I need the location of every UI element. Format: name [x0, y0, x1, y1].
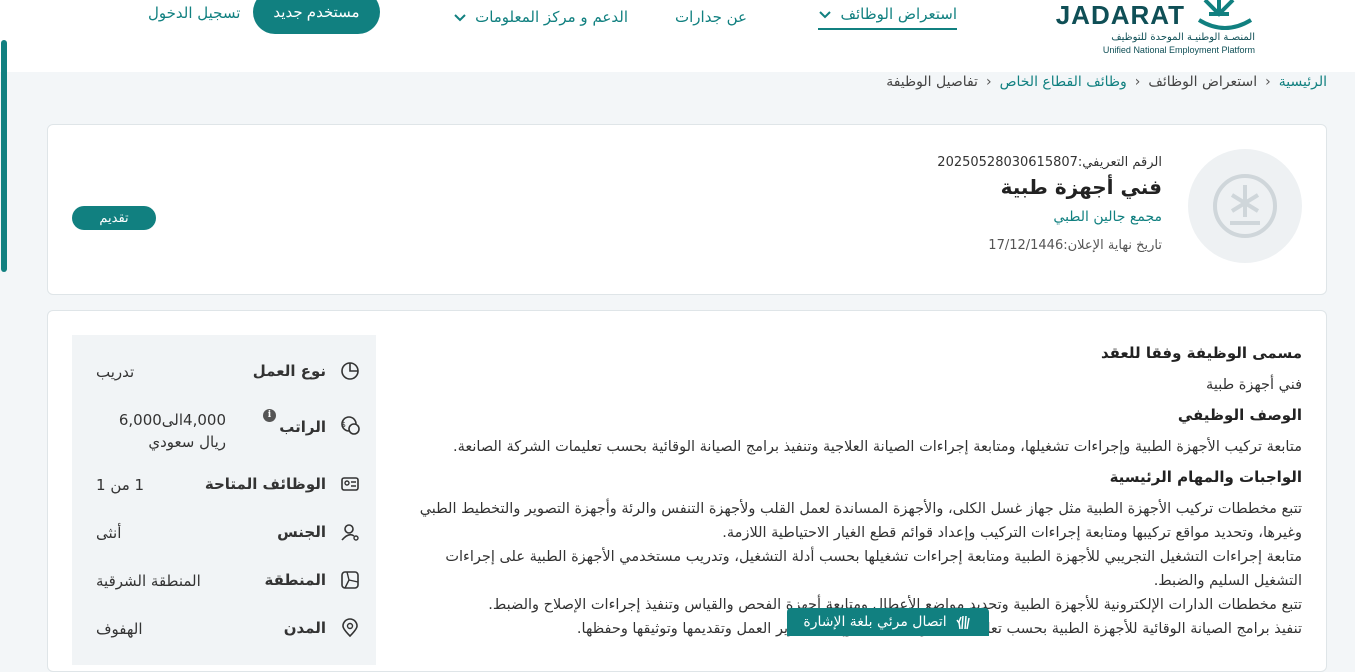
- breadcrumb-private-sector[interactable]: وظائف القطاع الخاص: [1000, 74, 1127, 90]
- attribute-gender: الجنس أنثى: [72, 522, 376, 562]
- jadarat-logo[interactable]: JADARAT المنصـة الوطنيـة الموحدة للتوظيف…: [1056, 0, 1255, 60]
- nav-browse-jobs[interactable]: استعراض الوظائف: [818, 0, 957, 30]
- announcement-deadline: تاريخ نهاية الإعلان:17/12/1446: [988, 238, 1162, 253]
- svg-text:$: $: [341, 420, 346, 429]
- job-summary-card: الرقم التعريفي:20250528030615807 فني أجه…: [47, 124, 1327, 295]
- sign-language-call-button[interactable]: اتصال مرئي بلغة الإشارة: [787, 608, 989, 636]
- description-text: متابعة تركيب الأجهزة الطبية وإجراءات تشغ…: [452, 439, 1302, 455]
- nav-browse-jobs-label: استعراض الوظائف: [840, 5, 957, 23]
- job-title: فني أجهزة طبية: [1000, 175, 1162, 199]
- contract-title-heading: مسمى الوظيفة وفقا للعقد: [1100, 344, 1302, 362]
- attribute-vacancies: الوظائف المتاحة 1 من 1: [72, 474, 376, 514]
- breadcrumb-browse-jobs[interactable]: استعراض الوظائف: [1148, 74, 1257, 90]
- chevron-down-icon: [454, 14, 466, 22]
- duty-item: متابعة إجراءات التشغيل التجريبي للأجهزة …: [445, 549, 1302, 589]
- logo-wordmark: JADARAT: [1055, 0, 1185, 30]
- breadcrumb-home[interactable]: الرئيسية: [1279, 74, 1327, 90]
- job-id: الرقم التعريفي:20250528030615807: [937, 155, 1162, 170]
- info-icon[interactable]: i: [263, 409, 276, 422]
- attribute-city: المدن الهفوف: [72, 618, 376, 658]
- vacancies-label: الوظائف المتاحة: [204, 475, 326, 493]
- nav-support[interactable]: الدعم و مركز المعلومات: [453, 2, 628, 32]
- location-pin-icon: [342, 618, 358, 638]
- description-heading: الوصف الوظيفي: [1177, 406, 1302, 424]
- job-attributes-panel: نوع العمل تدريب $ الراتب i 4,000الى6,000…: [72, 335, 376, 665]
- sign-language-hand-icon: [956, 615, 970, 630]
- logo-arabic-tagline: المنصـة الوطنيـة الموحدة للتوظيف: [1111, 32, 1255, 43]
- chevron-left-icon: ‹: [985, 74, 992, 90]
- map-region-icon: [341, 571, 359, 589]
- top-navbar: JADARAT المنصـة الوطنيـة الموحدة للتوظيف…: [0, 0, 1355, 72]
- scrollbar-thumb[interactable]: [1, 40, 7, 272]
- gender-value: أنثى: [96, 524, 122, 542]
- duties-heading: الواجبات والمهام الرئيسية: [1109, 468, 1302, 486]
- salary-label: الراتب: [279, 418, 326, 436]
- user-gender-icon: [341, 524, 359, 541]
- company-name-link[interactable]: مجمع جالين الطبي: [1053, 209, 1162, 225]
- placeholder-emblem-icon: [1213, 174, 1277, 238]
- id-card-icon: [341, 477, 359, 491]
- login-link[interactable]: تسجيل الدخول: [148, 0, 240, 26]
- chevron-down-icon: [819, 11, 832, 19]
- logo-english-tagline: Unified National Employment Platform: [1102, 45, 1255, 55]
- apply-button[interactable]: تقديم: [72, 206, 156, 230]
- chevron-left-icon: ‹: [1265, 74, 1271, 90]
- company-avatar: [1188, 149, 1302, 263]
- nav-about[interactable]: عن جدارات: [675, 2, 747, 32]
- new-user-button[interactable]: مستخدم جديد: [253, 0, 380, 34]
- chevron-left-icon: ‹: [1134, 74, 1141, 90]
- breadcrumb-current: تفاصيل الوظيفة: [886, 74, 978, 90]
- region-value: المنطقة الشرقية: [96, 572, 201, 590]
- money-icon: $: [341, 416, 360, 435]
- scrollbar[interactable]: [0, 40, 8, 272]
- region-label: المنطقة: [264, 571, 326, 589]
- city-label: المدن: [283, 619, 326, 637]
- city-value: الهفوف: [96, 620, 143, 638]
- nav-support-label: الدعم و مركز المعلومات: [475, 8, 628, 26]
- emblem-icon: [1197, 0, 1253, 30]
- job-details-content: مسمى الوظيفة وفقا للعقد فني أجهزة طبية ا…: [397, 341, 1302, 641]
- work-type-value: تدريب: [96, 363, 135, 381]
- breadcrumb: الرئيسية ‹ استعراض الوظائف ‹ وظائف القطا…: [886, 72, 1327, 92]
- contract-title-value: فني أجهزة طبية: [1206, 377, 1302, 393]
- salary-value: 4,000الى6,000 ريال سعودي: [118, 411, 226, 451]
- sign-language-label: اتصال مرئي بلغة الإشارة: [803, 614, 947, 630]
- job-details-card: مسمى الوظيفة وفقا للعقد فني أجهزة طبية ا…: [47, 310, 1327, 672]
- nav-about-label: عن جدارات: [675, 8, 747, 26]
- duty-item: تتبع مخططات تركيب الأجهزة الطبية مثل جها…: [419, 501, 1302, 541]
- work-type-label: نوع العمل: [252, 362, 326, 380]
- gender-label: الجنس: [277, 523, 326, 541]
- vacancies-value: 1 من 1: [96, 476, 145, 494]
- pie-chart-icon: [341, 362, 359, 380]
- attribute-salary: $ الراتب i 4,000الى6,000 ريال سعودي: [72, 409, 376, 459]
- attribute-region: المنطقة المنطقة الشرقية: [72, 570, 376, 610]
- attribute-work-type: نوع العمل تدريب: [72, 361, 376, 401]
